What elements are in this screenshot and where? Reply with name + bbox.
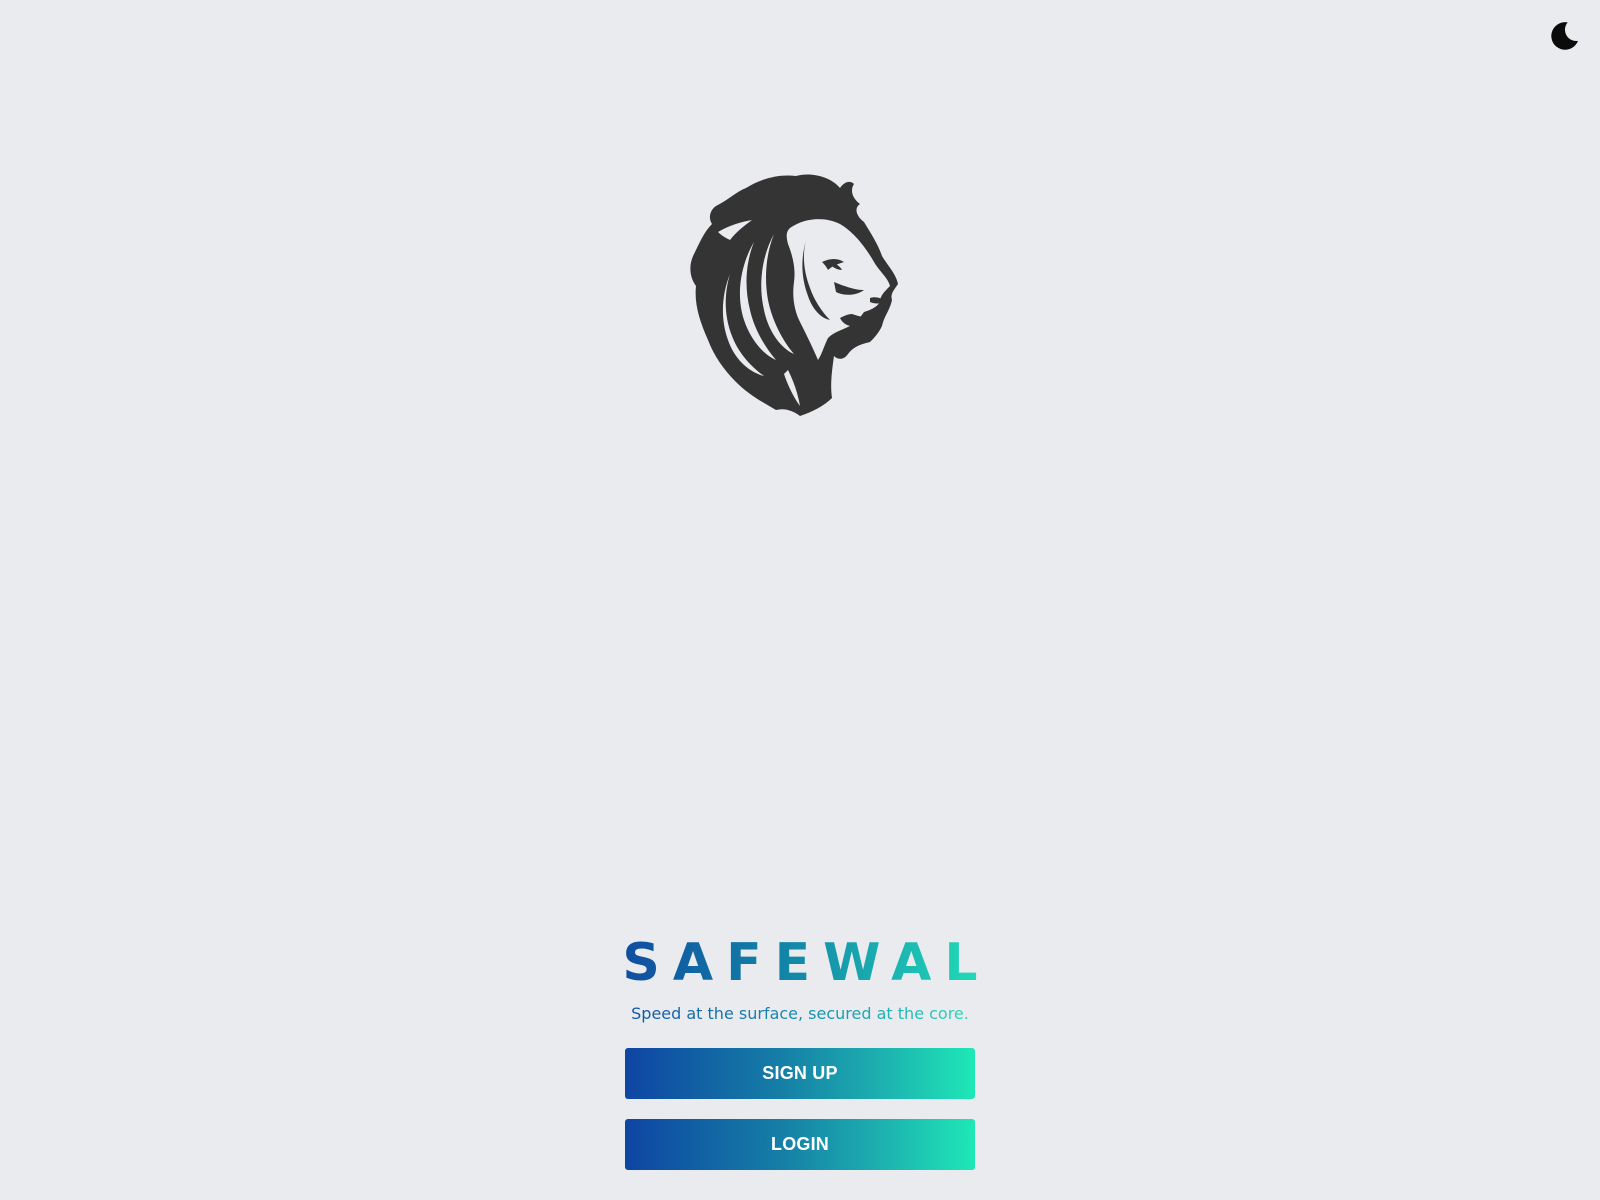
brand-block: SAFEWAL: [0, 932, 1600, 994]
lion-head-icon: [690, 174, 898, 416]
moon-icon: [1551, 22, 1579, 50]
tagline-text: Speed at the surface, secured at the cor…: [631, 1004, 969, 1023]
theme-toggle-button[interactable]: [1542, 14, 1586, 58]
landing-page: SAFEWAL Speed at the surface, secured at…: [0, 0, 1600, 1200]
login-button[interactable]: LOGIN: [625, 1119, 975, 1170]
sign-up-button[interactable]: SIGN UP: [625, 1048, 975, 1099]
brand-title: SAFEWAL: [609, 932, 990, 994]
brand-logo: [684, 170, 916, 420]
tagline: Speed at the surface, secured at the cor…: [0, 1004, 1600, 1024]
